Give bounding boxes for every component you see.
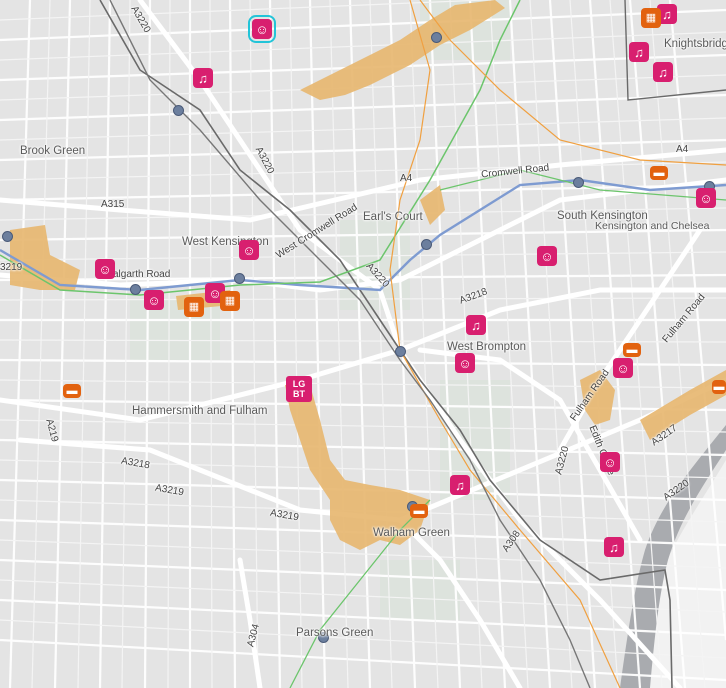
road-label-a315: A315 — [101, 199, 125, 210]
cinema-icon[interactable]: ▦ — [184, 297, 204, 317]
label-earls-court: Earl's Court — [363, 211, 423, 223]
label-knightsbridge: Knightsbridge — [664, 38, 726, 50]
theatre-icon[interactable]: ☺ — [239, 240, 259, 260]
cinema-icon[interactable]: ▦ — [641, 8, 661, 28]
theatre-icon[interactable]: ☺ — [696, 188, 716, 208]
cinema-icon[interactable]: ▬ — [623, 343, 641, 357]
lgbt-badge-line2: BT — [293, 389, 305, 399]
theatre-icon[interactable]: ☺ — [248, 15, 276, 43]
cinema-icon[interactable]: ▬ — [63, 384, 81, 398]
label-brook-green: Brook Green — [20, 145, 86, 157]
music-venue-icon[interactable]: ♫ — [653, 62, 673, 82]
label-parsons-green: Parsons Green — [296, 627, 374, 639]
station-hammersmith[interactable] — [2, 231, 13, 242]
music-venue-icon[interactable]: ♫ — [450, 475, 470, 495]
music-venue-icon[interactable]: ♫ — [193, 68, 213, 88]
label-walham-green: Walham Green — [373, 527, 450, 539]
theatre-icon[interactable]: ☺ — [537, 246, 557, 266]
music-venue-icon[interactable]: ♫ — [466, 315, 486, 335]
theatre-icon[interactable]: ☺ — [144, 290, 164, 310]
lgbt-badge-line1: LG — [292, 379, 306, 389]
theatre-icon[interactable]: ☺ — [455, 353, 475, 373]
label-west-brompton: West Brompton — [447, 341, 527, 353]
station-high-street-kensington[interactable] — [431, 32, 442, 43]
cinema-icon[interactable]: ▬ — [410, 504, 428, 518]
station-earls-court[interactable] — [421, 239, 432, 250]
map-canvas[interactable]: Brook Green West Kensington Earl's Court… — [0, 0, 726, 688]
road-label-a4-mid: A4 — [400, 173, 413, 184]
music-venue-icon[interactable]: ♫ — [629, 42, 649, 62]
cinema-icon[interactable]: ▦ — [220, 291, 240, 311]
lgbt-venue-icon[interactable]: LG BT — [286, 376, 312, 402]
road-label-talgarth-road: Talgarth Road — [108, 269, 171, 280]
cinema-icon[interactable]: ▬ — [650, 166, 668, 180]
cinema-icon[interactable]: ▬ — [712, 380, 726, 394]
theatre-icon[interactable]: ☺ — [613, 358, 633, 378]
road-label-a3219-edge: 3219 — [0, 262, 23, 273]
theatre-icon[interactable]: ☺ — [95, 259, 115, 279]
label-hammersmith-fulham: Hammersmith and Fulham — [132, 405, 268, 417]
label-kensington-chelsea: Kensington and Chelsea — [595, 220, 710, 232]
map-base — [0, 0, 726, 688]
station-west-kensington[interactable] — [234, 273, 245, 284]
station-west-brompton[interactable] — [395, 346, 406, 357]
theatre-icon[interactable]: ☺ — [600, 452, 620, 472]
station-kensington-olympia[interactable] — [173, 105, 184, 116]
station-barons-court[interactable] — [130, 284, 141, 295]
music-venue-icon[interactable]: ♫ — [604, 537, 624, 557]
road-label-a4-top: A4 — [676, 144, 689, 155]
station-gloucester-road[interactable] — [573, 177, 584, 188]
